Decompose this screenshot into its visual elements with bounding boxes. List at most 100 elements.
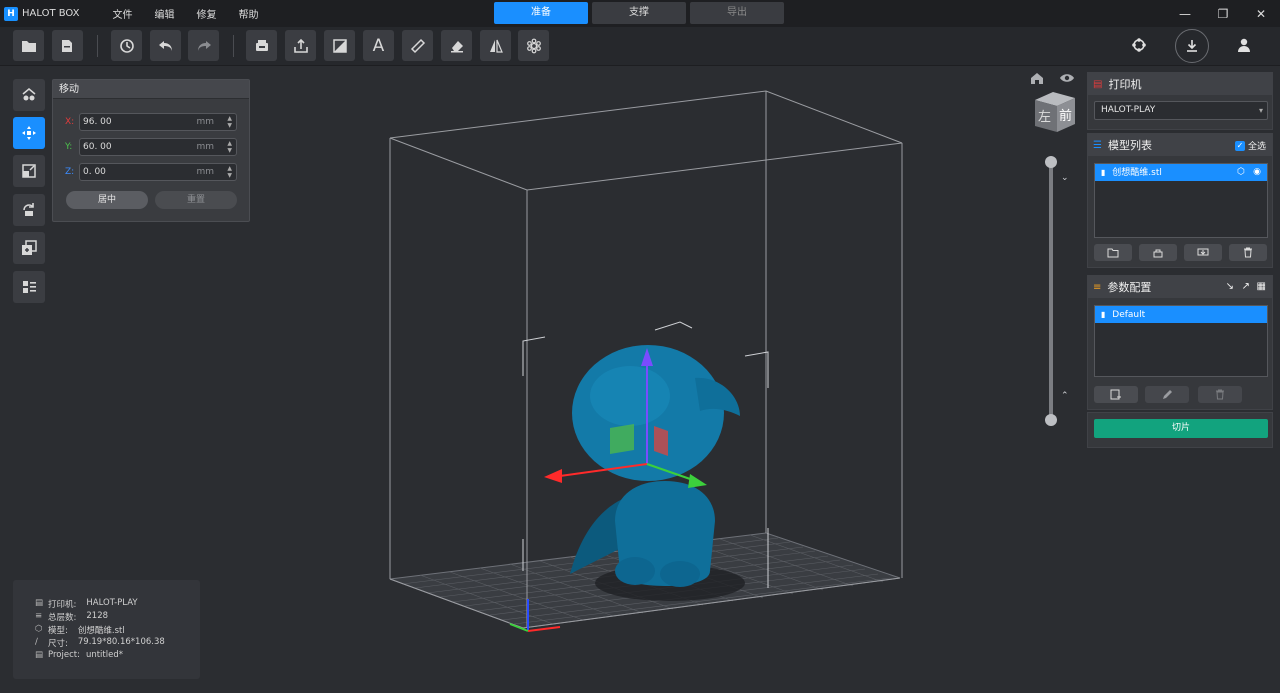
info-size-value: 79.19*80.16*106.38 bbox=[77, 637, 165, 647]
x-input[interactable]: 96. 00 mm ▲ ▼ bbox=[79, 113, 237, 131]
export-icon[interactable] bbox=[285, 30, 316, 61]
eye-icon[interactable]: ◉ bbox=[1253, 164, 1261, 181]
menu-repair[interactable]: 修复 bbox=[186, 6, 228, 21]
list-item[interactable]: ▮ 创想酷维.stl ⬡ ◉ bbox=[1095, 164, 1267, 181]
edit-param-button[interactable] bbox=[1145, 386, 1189, 403]
tab-export[interactable]: 导出 bbox=[690, 2, 784, 24]
view-icon[interactable] bbox=[13, 79, 45, 111]
info-project-value: untitled* bbox=[85, 650, 123, 660]
tab-support[interactable]: 支撑 bbox=[592, 2, 686, 24]
chart-params-icon[interactable]: ▦ bbox=[1257, 281, 1266, 292]
delete-model-button[interactable] bbox=[1229, 244, 1267, 261]
info-layers-label: 总层数: bbox=[48, 613, 77, 623]
history-icon[interactable] bbox=[111, 30, 142, 61]
printer-select[interactable]: HALOT-PLAY ▾ bbox=[1094, 101, 1268, 120]
rotate-icon[interactable] bbox=[13, 194, 45, 226]
print-icon[interactable] bbox=[246, 30, 277, 61]
mirror-icon[interactable] bbox=[480, 30, 511, 61]
network-icon[interactable] bbox=[1131, 37, 1147, 53]
x-spinner-icon[interactable]: ▲ ▼ bbox=[227, 115, 232, 129]
lattice-icon[interactable] bbox=[518, 30, 549, 61]
project-icon: ▤ bbox=[35, 650, 44, 660]
layout-icon[interactable] bbox=[13, 271, 45, 303]
menu-edit[interactable]: 编辑 bbox=[144, 6, 186, 21]
erase-icon[interactable] bbox=[441, 30, 472, 61]
params-title: 参数配置 bbox=[1107, 281, 1152, 294]
window-controls: — ❐ ✕ bbox=[1166, 0, 1280, 27]
slice-button[interactable]: 切片 bbox=[1094, 419, 1268, 438]
printer-panel-header: ▤ 打印机 bbox=[1088, 73, 1272, 95]
download-button[interactable] bbox=[1175, 29, 1209, 63]
add-file-icon bbox=[1110, 389, 1121, 400]
y-input[interactable]: 60. 00 mm ▲ ▼ bbox=[79, 138, 237, 156]
redo-icon[interactable] bbox=[188, 30, 219, 61]
measure-icon[interactable] bbox=[402, 30, 433, 61]
import-params-icon[interactable]: ↘ bbox=[1226, 281, 1234, 292]
menu-help[interactable]: 帮助 bbox=[228, 6, 270, 21]
list-item[interactable]: ▮ Default bbox=[1095, 306, 1267, 323]
layer-slider-top-handle[interactable] bbox=[1045, 156, 1057, 168]
add-param-button[interactable] bbox=[1094, 386, 1138, 403]
info-layers-row: ≡ 总层数: 2128 bbox=[35, 611, 108, 623]
text-icon[interactable]: A bbox=[363, 30, 394, 61]
export-icon bbox=[1197, 248, 1209, 255]
info-box: ▤ 打印机: HALOT-PLAY ≡ 总层数: 2128 ⬡ 模型: 创想酷维… bbox=[13, 580, 200, 679]
chevron-down-icon[interactable]: ⌄ bbox=[1061, 173, 1069, 183]
restore-icon[interactable]: ❐ bbox=[1204, 0, 1242, 27]
duplicate-icon[interactable] bbox=[13, 232, 45, 264]
open-folder-icon bbox=[1107, 248, 1119, 257]
params-header: ≡ 参数配置 ↘ ↗ ▦ bbox=[1088, 276, 1272, 298]
checkbox-checked-icon: ✓ bbox=[1234, 140, 1245, 151]
user-icon[interactable] bbox=[1236, 37, 1252, 53]
undo-icon[interactable] bbox=[150, 30, 181, 61]
x-label: X: bbox=[65, 117, 75, 127]
info-model-value: 创想酷维.stl bbox=[77, 626, 125, 636]
minimize-icon[interactable]: — bbox=[1166, 0, 1204, 27]
select-all-checkbox[interactable]: ✓ 全选 bbox=[1234, 139, 1266, 152]
export-params-icon[interactable]: ↗ bbox=[1242, 281, 1250, 292]
hollow-icon[interactable] bbox=[324, 30, 355, 61]
tab-prepare[interactable]: 准备 bbox=[494, 2, 588, 24]
open-folder-icon[interactable] bbox=[13, 30, 44, 61]
move-icon[interactable] bbox=[13, 117, 45, 149]
model-listbox: ▮ 创想酷维.stl ⬡ ◉ bbox=[1094, 163, 1268, 238]
3d-viewport[interactable] bbox=[270, 66, 1080, 693]
model-list-title: 模型列表 bbox=[1107, 139, 1152, 152]
chevron-up-icon[interactable]: ⌃ bbox=[1061, 391, 1069, 401]
chevron-down-icon: ▾ bbox=[1258, 106, 1263, 115]
main-toolbar: A bbox=[0, 27, 1280, 66]
x-coordinate-row: X: 96. 00 mm ▲ ▼ bbox=[65, 113, 237, 131]
y-coordinate-row: Y: 60. 00 mm ▲ ▼ bbox=[65, 138, 237, 156]
close-icon[interactable]: ✕ bbox=[1242, 0, 1280, 27]
scale-icon[interactable] bbox=[13, 155, 45, 187]
y-label: Y: bbox=[65, 142, 73, 152]
view-cube[interactable]: 左 前 bbox=[1033, 90, 1077, 134]
z-spinner-icon[interactable]: ▲ ▼ bbox=[227, 165, 232, 179]
z-input[interactable]: 0. 00 mm ▲ ▼ bbox=[79, 163, 237, 181]
layer-slider[interactable] bbox=[1049, 160, 1053, 420]
home-view-icon[interactable] bbox=[1030, 71, 1044, 85]
reset-button[interactable]: 重置 bbox=[155, 191, 237, 209]
info-model-row: ⬡ 模型: 创想酷维.stl bbox=[35, 624, 125, 636]
add-model-button[interactable] bbox=[1094, 244, 1132, 261]
model-item-name: 创想酷维.stl bbox=[1112, 168, 1162, 178]
select-all-label: 全选 bbox=[1247, 142, 1266, 152]
app-logo: H bbox=[4, 6, 18, 21]
file-icon: ▮ bbox=[1101, 310, 1106, 319]
open-project-icon[interactable] bbox=[52, 30, 83, 61]
menu-file[interactable]: 文件 bbox=[102, 6, 144, 21]
slice-panel: 切片 bbox=[1087, 412, 1273, 448]
cube-icon[interactable]: ⬡ bbox=[1237, 164, 1245, 181]
trash-icon bbox=[1244, 247, 1252, 258]
trash-icon bbox=[1216, 389, 1224, 400]
import-model-button[interactable] bbox=[1139, 244, 1177, 261]
visibility-icon[interactable] bbox=[1059, 72, 1075, 84]
y-spinner-icon[interactable]: ▲ ▼ bbox=[227, 140, 232, 154]
y-unit: mm bbox=[196, 142, 214, 152]
center-button[interactable]: 居中 bbox=[66, 191, 148, 209]
export-model-button[interactable] bbox=[1184, 244, 1222, 261]
delete-param-button[interactable] bbox=[1198, 386, 1242, 403]
y-value: 60. 00 bbox=[83, 142, 112, 152]
layer-slider-bottom-handle[interactable] bbox=[1045, 414, 1057, 426]
view-cube-left-face: 左 bbox=[1038, 110, 1052, 125]
